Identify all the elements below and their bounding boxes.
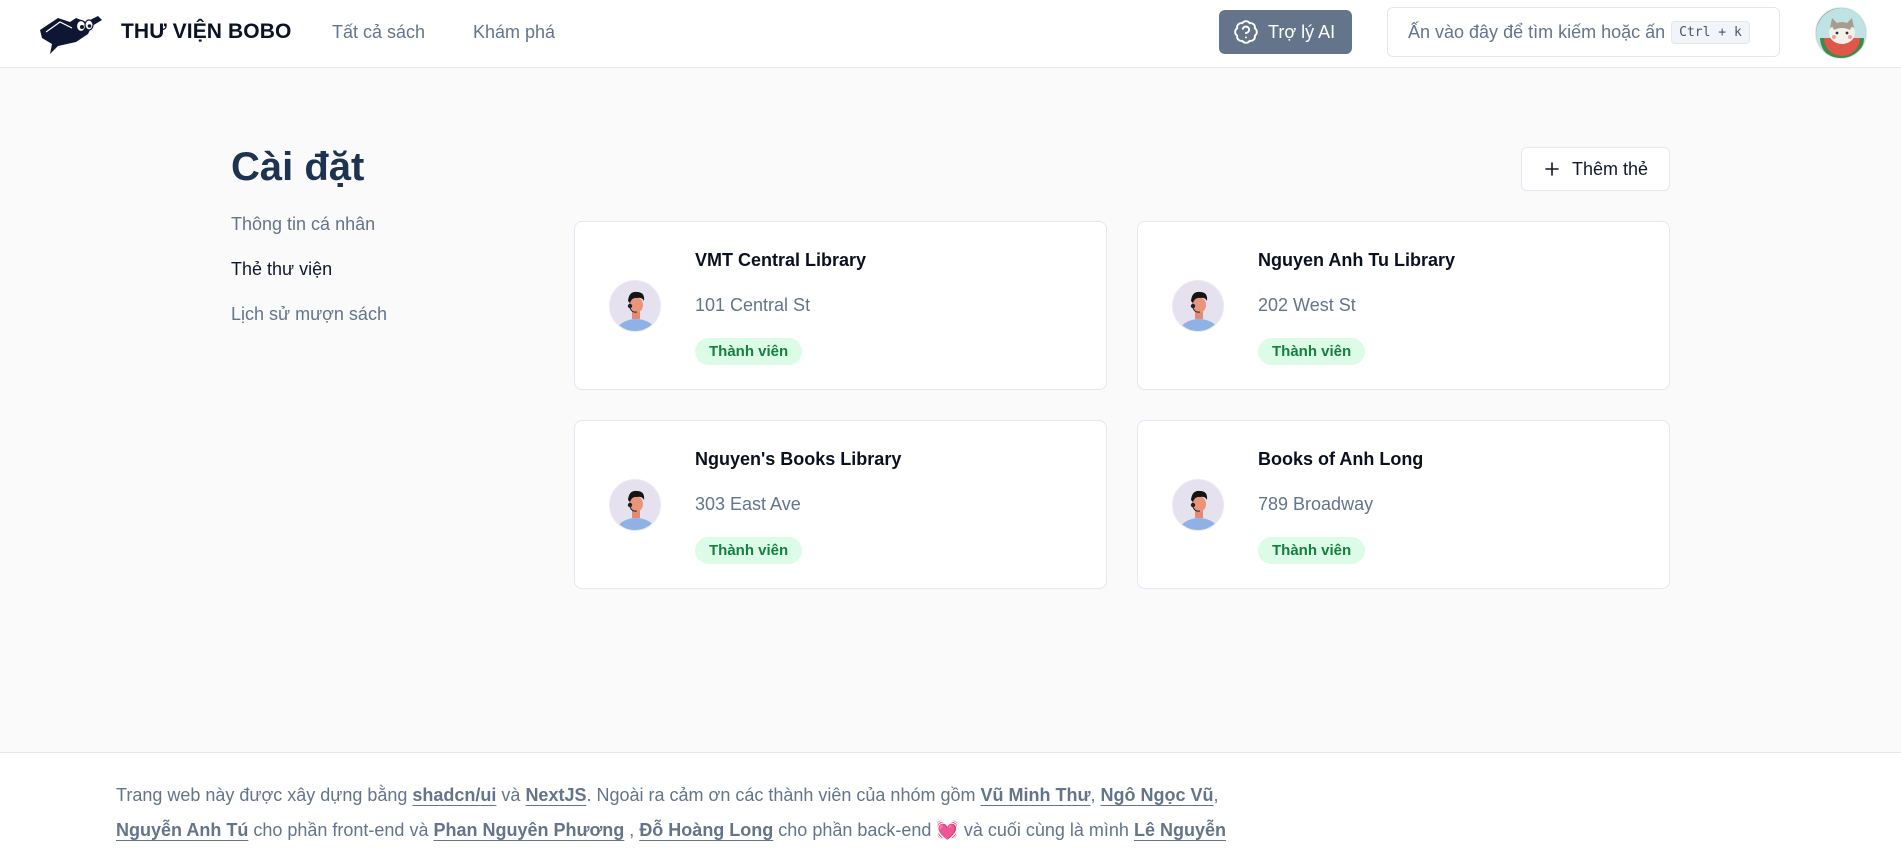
library-card[interactable]: Books of Anh Long 789 Broadway Thành viê…	[1137, 420, 1670, 589]
library-address: 101 Central St	[695, 295, 811, 315]
person-headset-icon	[1179, 490, 1219, 530]
library-name: Books of Anh Long	[1258, 449, 1424, 469]
footer-text: ,	[1213, 785, 1219, 805]
footer-text: Trang web này được xây dựng bằng	[116, 785, 413, 805]
library-address: 789 Broadway	[1258, 494, 1374, 514]
footer-text: cho phần back-end	[773, 820, 937, 840]
person-headset-icon	[616, 291, 656, 331]
footer-link-le-nguyen[interactable]: Lê Nguyễn	[1134, 820, 1226, 840]
plus-icon	[1545, 162, 1559, 176]
search-placeholder: Ấn vào đây để tìm kiếm hoặc ấn	[1408, 21, 1666, 42]
add-card-label: Thêm thẻ	[1572, 158, 1649, 179]
membership-badge: Thành viên	[695, 338, 803, 365]
footer-text: và cuối cùng là mình	[958, 820, 1134, 840]
footer-text: và	[496, 785, 526, 805]
sidebar-item-borrow-history[interactable]: Lịch sử mượn sách	[231, 304, 387, 325]
help-badge-icon	[1234, 20, 1258, 44]
footer-text: . Ngoài ra cảm ơn các thành viên của nhó…	[586, 785, 981, 805]
sidebar-item-library-cards[interactable]: Thẻ thư viện	[231, 259, 332, 280]
ai-assistant-button[interactable]: Trợ lý AI	[1219, 10, 1352, 54]
membership-badge: Thành viên	[695, 537, 803, 564]
footer-link-shadcn[interactable]: shadcn/ui	[412, 785, 496, 805]
library-avatar	[1172, 479, 1224, 531]
footer-link-do-hoang-long[interactable]: Đỗ Hoàng Long	[639, 820, 773, 840]
library-name: VMT Central Library	[695, 250, 867, 270]
ai-button-label: Trợ lý AI	[1268, 21, 1336, 42]
owl-book-logo-icon[interactable]	[36, 8, 108, 56]
membership-badge: Thành viên	[1258, 338, 1366, 365]
search-trigger[interactable]: Ấn vào đây để tìm kiếm hoặc ấn Ctrl + k	[1387, 7, 1780, 57]
user-avatar[interactable]	[1815, 7, 1867, 59]
footer-text: ,	[1090, 785, 1101, 805]
footer-text: cho phần front-end và	[248, 820, 434, 840]
library-name: Nguyen's Books Library	[695, 449, 902, 469]
library-avatar	[609, 280, 661, 332]
footer-credits-line-2: Nguyễn Anh Tú cho phần front-end và Phan…	[116, 820, 1226, 841]
person-headset-icon	[616, 490, 656, 530]
footer-link-nextjs[interactable]: NextJS	[525, 785, 586, 805]
footer-link-ngo-ngoc-vu[interactable]: Ngô Ngọc Vũ	[1101, 785, 1214, 805]
cat-watermelon-avatar-icon	[1816, 8, 1866, 58]
library-address: 303 East Ave	[695, 494, 801, 514]
footer-link-vu-minh-thu[interactable]: Vũ Minh Thư	[980, 785, 1090, 805]
footer-credits-line-1: Trang web này được xây dựng bằng shadcn/…	[116, 785, 1219, 806]
top-navbar: THƯ VIỆN BOBO Tất cả sách Khám phá Trợ l…	[0, 0, 1901, 68]
library-name: Nguyen Anh Tu Library	[1258, 250, 1456, 270]
nav-explore[interactable]: Khám phá	[473, 22, 555, 43]
library-address: 202 West St	[1258, 295, 1356, 315]
site-footer	[0, 752, 1901, 867]
membership-badge: Thành viên	[1258, 537, 1366, 564]
heart-icon: 💓	[936, 820, 959, 840]
page-title: Cài đặt	[231, 145, 365, 189]
library-avatar	[609, 479, 661, 531]
keyboard-shortcut: Ctrl + k	[1671, 20, 1750, 44]
nav-all-books[interactable]: Tất cả sách	[332, 22, 425, 43]
footer-text: ,	[624, 820, 640, 840]
library-card[interactable]: VMT Central Library 101 Central St Thành…	[574, 221, 1107, 390]
library-avatar	[1172, 280, 1224, 332]
brand-name[interactable]: THƯ VIỆN BOBO	[121, 20, 291, 44]
person-headset-icon	[1179, 291, 1219, 331]
footer-link-nguyen-anh-tu[interactable]: Nguyễn Anh Tú	[116, 820, 248, 840]
add-card-button[interactable]: Thêm thẻ	[1521, 147, 1670, 191]
footer-link-phan-nguyen-phuong[interactable]: Phan Nguyên Phương	[433, 820, 624, 840]
library-card[interactable]: Nguyen Anh Tu Library 202 West St Thành …	[1137, 221, 1670, 390]
sidebar-item-personal-info[interactable]: Thông tin cá nhân	[231, 214, 375, 235]
library-card[interactable]: Nguyen's Books Library 303 East Ave Thàn…	[574, 420, 1107, 589]
